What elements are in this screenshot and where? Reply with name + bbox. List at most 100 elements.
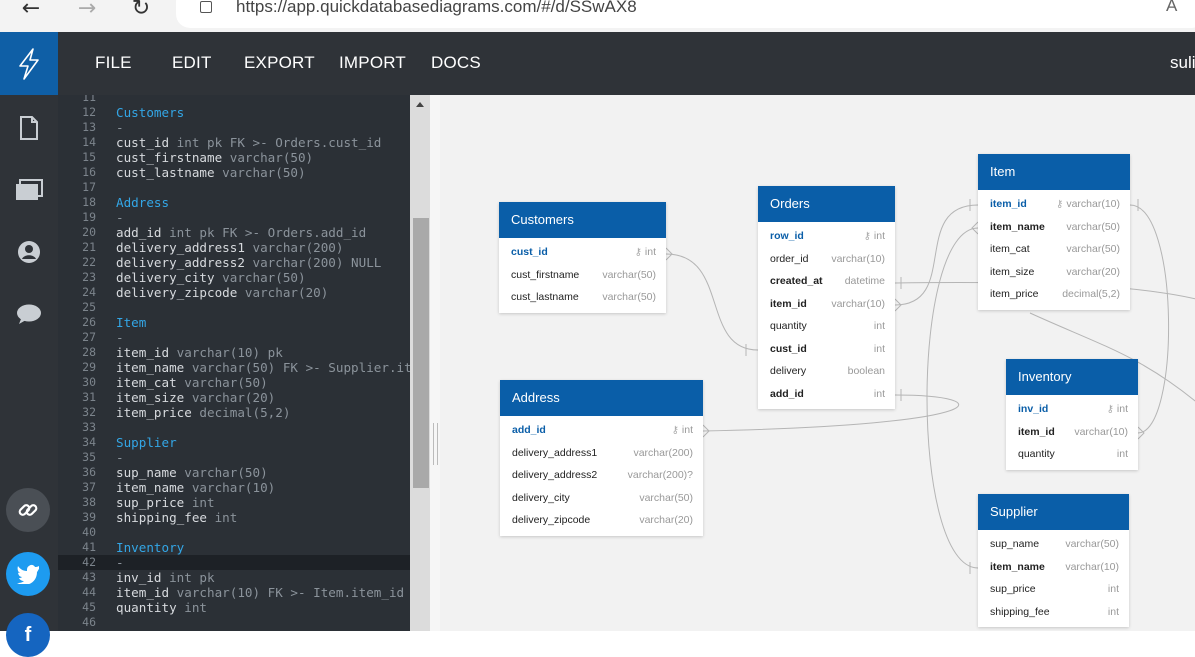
arrow-left-icon[interactable]: ←	[16, 0, 46, 22]
table-field-row[interactable]: delivery boolean	[758, 360, 895, 383]
chat-icon[interactable]	[14, 299, 44, 329]
twitter-icon[interactable]	[6, 552, 50, 596]
code-line[interactable]: 36 sup_name varchar(50)	[58, 465, 410, 480]
table-customers[interactable]: Customers cust_id ⚷ int cust_firstname varcha…	[499, 202, 666, 313]
code-line[interactable]: 27 -	[58, 330, 410, 345]
code-editor[interactable]: 11 12 Customers 13 - 14 cust_id int pk FK >- O…	[58, 95, 410, 631]
code-line[interactable]: 19 -	[58, 210, 410, 225]
code-line[interactable]: 46	[58, 615, 410, 630]
logo[interactable]	[0, 32, 58, 95]
table-field-row[interactable]: created_at datetime	[758, 270, 895, 293]
code-line[interactable]: 33	[58, 420, 410, 435]
code-line[interactable]: 45 quantity int	[58, 600, 410, 615]
table-field-row[interactable]: delivery_city varchar(50)	[500, 487, 703, 510]
code-line[interactable]: 37 item_name varchar(10)	[58, 480, 410, 495]
table-field-row[interactable]: cust_firstname varchar(50)	[499, 264, 666, 287]
table-field-row[interactable]: order_id varchar(10)	[758, 248, 895, 271]
menu-edit[interactable]: EDIT	[172, 53, 212, 73]
table-supplier[interactable]: Supplier sup_name varchar(50) item_name varc…	[978, 494, 1129, 627]
table-field-row[interactable]: item_id varchar(10)	[1006, 421, 1138, 444]
user-name[interactable]: suli	[1170, 53, 1195, 73]
code-line[interactable]: 42 -	[58, 555, 410, 570]
table-title[interactable]: Item	[978, 154, 1130, 190]
scroll-up-arrow-icon[interactable]	[416, 102, 424, 107]
user-icon[interactable]	[14, 237, 44, 267]
code-line[interactable]: 21 delivery_address1 varchar(200)	[58, 240, 410, 255]
splitter-grip-icon[interactable]	[433, 423, 438, 465]
code-line[interactable]: 34 Supplier	[58, 435, 410, 450]
arrow-right-icon[interactable]: →	[72, 0, 102, 22]
code-line[interactable]: 13 -	[58, 120, 410, 135]
code-line[interactable]: 44 item_id varchar(10) FK >- Item.item_id	[58, 585, 410, 600]
table-field-row[interactable]: item_id varchar(10)	[758, 293, 895, 316]
table-field-row[interactable]: shipping_fee int	[978, 601, 1129, 624]
table-field-row[interactable]: item_size varchar(20)	[978, 261, 1130, 284]
editor-scroll-thumb[interactable]	[413, 218, 429, 488]
pane-splitter[interactable]	[430, 95, 440, 631]
refresh-icon[interactable]: ↻	[126, 0, 156, 22]
code-line[interactable]: 38 sup_price int	[58, 495, 410, 510]
code-line[interactable]: 24 delivery_zipcode varchar(20)	[58, 285, 410, 300]
table-field-row[interactable]: item_name varchar(10)	[978, 556, 1129, 579]
table-title[interactable]: Address	[500, 380, 703, 416]
code-line[interactable]: 18 Address	[58, 195, 410, 210]
code-line[interactable]: 41 Inventory	[58, 540, 410, 555]
table-orders[interactable]: Orders row_id ⚷ int order_id varchar(10) creat…	[758, 186, 895, 409]
link-icon[interactable]	[6, 488, 50, 532]
table-field-row[interactable]: inv_id ⚷ int	[1006, 398, 1138, 421]
diagram-canvas[interactable]: Customers cust_id ⚷ int cust_firstname varcha…	[440, 95, 1195, 631]
code-line[interactable]: 30 item_cat varchar(50)	[58, 375, 410, 390]
table-field-row[interactable]: add_id ⚷ int	[500, 419, 703, 442]
code-line[interactable]: 28 item_id varchar(10) pk	[58, 345, 410, 360]
code-line[interactable]: 43 inv_id int pk	[58, 570, 410, 585]
table-field-row[interactable]: delivery_zipcode varchar(20)	[500, 509, 703, 532]
read-aloud-icon[interactable]: A	[1166, 0, 1177, 16]
code-line[interactable]: 15 cust_firstname varchar(50)	[58, 150, 410, 165]
table-field-row[interactable]: quantity int	[1006, 443, 1138, 466]
table-title[interactable]: Supplier	[978, 494, 1129, 530]
table-field-row[interactable]: item_price decimal(5,2)	[978, 283, 1130, 306]
table-field-row[interactable]: delivery_address1 varchar(200)	[500, 442, 703, 465]
table-field-row[interactable]: quantity int	[758, 315, 895, 338]
table-title[interactable]: Inventory	[1006, 359, 1138, 395]
code-line[interactable]: 16 cust_lastname varchar(50)	[58, 165, 410, 180]
code-line[interactable]: 17	[58, 180, 410, 195]
code-line[interactable]: 12 Customers	[58, 105, 410, 120]
table-title[interactable]: Customers	[499, 202, 666, 238]
table-field-row[interactable]: sup_price int	[978, 578, 1129, 601]
facebook-icon[interactable]: f	[6, 613, 50, 657]
code-line[interactable]: 25	[58, 300, 410, 315]
code-line[interactable]: 32 item_price decimal(5,2)	[58, 405, 410, 420]
table-field-row[interactable]: row_id ⚷ int	[758, 225, 895, 248]
code-line[interactable]: 35 -	[58, 450, 410, 465]
url-text[interactable]: https://app.quickdatabasediagrams.com/#/…	[236, 0, 637, 17]
table-field-row[interactable]: cust_id int	[758, 338, 895, 361]
table-field-row[interactable]: item_name varchar(50)	[978, 216, 1130, 239]
code-line[interactable]: 31 item_size varchar(20)	[58, 390, 410, 405]
table-title[interactable]: Orders	[758, 186, 895, 222]
table-address[interactable]: Address add_id ⚷ int delivery_address1 varcha…	[500, 380, 703, 536]
table-field-row[interactable]: item_cat varchar(50)	[978, 238, 1130, 261]
menu-export[interactable]: EXPORT	[244, 53, 315, 73]
code-line[interactable]: 40	[58, 525, 410, 540]
table-field-row[interactable]: cust_lastname varchar(50)	[499, 286, 666, 309]
table-field-row[interactable]: sup_name varchar(50)	[978, 533, 1129, 556]
code-line[interactable]: 22 delivery_address2 varchar(200) NULL	[58, 255, 410, 270]
folder-icon[interactable]	[14, 175, 44, 205]
code-line[interactable]: 26 Item	[58, 315, 410, 330]
code-line[interactable]: 14 cust_id int pk FK >- Orders.cust_id	[58, 135, 410, 150]
code-line[interactable]: 23 delivery_city varchar(50)	[58, 270, 410, 285]
code-line[interactable]: 29 item_name varchar(50) FK >- Supplier.i…	[58, 360, 410, 375]
table-field-row[interactable]: delivery_address2 varchar(200)?	[500, 464, 703, 487]
menu-file[interactable]: FILE	[95, 53, 132, 73]
code-line[interactable]: 20 add_id int pk FK >- Orders.add_id	[58, 225, 410, 240]
code-line[interactable]: 39 shipping_fee int	[58, 510, 410, 525]
document-icon[interactable]	[14, 113, 44, 143]
table-field-row[interactable]: add_id int	[758, 383, 895, 406]
table-item[interactable]: Item item_id ⚷ varchar(10) item_name varchar(…	[978, 154, 1130, 310]
menu-docs[interactable]: DOCS	[431, 53, 481, 73]
table-field-row[interactable]: cust_id ⚷ int	[499, 241, 666, 264]
table-field-row[interactable]: item_id ⚷ varchar(10)	[978, 193, 1130, 216]
table-inventory[interactable]: Inventory inv_id ⚷ int item_id varchar(10) qua…	[1006, 359, 1138, 470]
code-line[interactable]: 11	[58, 95, 410, 105]
